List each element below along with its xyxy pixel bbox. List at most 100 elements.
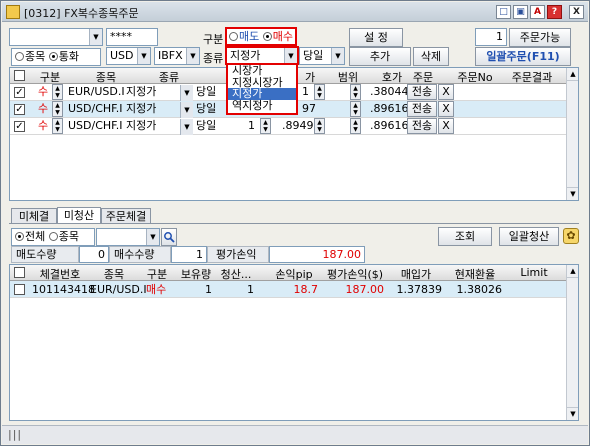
row-side: 수 (38, 102, 49, 115)
table-row[interactable]: ✓ 수 ▲ ▼ USD/CHF.I 지정가 ▼ 당일 1 ▲ ▼ .89497 ▲ ▼… (10, 118, 566, 135)
spin-icon[interactable]: ▲ ▼ (350, 84, 361, 100)
chevron-down-icon[interactable]: ▼ (180, 85, 193, 101)
validity-select[interactable]: 당일 ▼ (299, 47, 345, 65)
row-checkbox[interactable]: ✓ (14, 87, 25, 98)
row-symbol: USD/CHF.I (68, 119, 123, 132)
order-possible-button[interactable]: 주문가능 (509, 28, 571, 47)
type-label: 종류 (203, 52, 224, 65)
row-checkbox[interactable] (14, 284, 25, 295)
table-row[interactable]: 101143418 EUR/USD.I 매수 1 1 18.7 187.00 1… (10, 281, 566, 298)
row-pip: 18.7 (293, 283, 319, 296)
row-quote: .89616 (370, 102, 409, 115)
delete-button[interactable]: 삭제 (413, 47, 449, 66)
layout-icon[interactable]: ▣ (513, 5, 528, 19)
tab-executions[interactable]: 주문체결 (101, 208, 151, 224)
symbol-filter-radio[interactable]: 종목 (48, 230, 79, 243)
dropdown-option-stop[interactable]: 역지정가 (228, 100, 296, 112)
col-header-order: 주문 (412, 71, 434, 84)
radio-icon (229, 32, 238, 41)
currency-select[interactable]: USD ▼ (106, 47, 151, 65)
buy-qty-value: 1 (171, 246, 207, 263)
row-limit (506, 282, 562, 298)
spin-icon[interactable]: ▲ ▼ (350, 101, 361, 117)
password-field[interactable]: **** (106, 28, 158, 46)
all-radio[interactable]: 전체 (15, 230, 45, 243)
restore-icon[interactable]: □ (496, 5, 511, 19)
row-qty: 1 (248, 119, 255, 132)
row-checkbox[interactable]: ✓ (14, 121, 25, 132)
scroll-up-icon[interactable]: ▲ (567, 68, 578, 81)
pnl-label: 평가손익 (207, 246, 269, 263)
symbol-radio[interactable]: 종목 (15, 50, 45, 63)
close-icon[interactable]: X (569, 5, 584, 19)
tab-unfilled[interactable]: 미체결 (11, 208, 57, 224)
spin-icon[interactable]: ▲ ▼ (314, 84, 325, 100)
fx-order-window: [0312] FX복수종목주문 □ ▣ A ? X ▼ **** 구분 매도 매… (0, 0, 590, 446)
dropdown-option-market[interactable]: 시장가 (228, 65, 296, 77)
send-button[interactable]: 전송 (407, 84, 437, 100)
spin-icon[interactable]: ▲ ▼ (260, 118, 271, 134)
row-current: 1.38026 (456, 283, 503, 296)
send-button[interactable]: 전송 (407, 118, 437, 134)
symbol-filter-select[interactable]: ▼ (96, 228, 160, 246)
chevron-down-icon: ▼ (331, 48, 344, 64)
spin-icon[interactable]: ▲ ▼ (52, 118, 63, 134)
order-count-field[interactable]: 1 (475, 28, 507, 46)
send-button[interactable]: 전송 (407, 101, 437, 117)
scroll-down-icon[interactable]: ▼ (567, 187, 578, 200)
select-all-checkbox[interactable] (14, 70, 25, 81)
window-title: [0312] FX복수종목주문 (24, 7, 139, 20)
sell-radio[interactable]: 매도 (229, 30, 259, 43)
batch-order-button[interactable]: 일괄주문(F11) (475, 47, 571, 66)
col-header-exec-no: 체결번호 (39, 268, 81, 281)
row-close: 1 (247, 283, 254, 296)
scroll-up-icon[interactable]: ▲ (567, 265, 578, 278)
side-radio-group: 매도 매수 (225, 27, 297, 46)
col-header-result: 주문결과 (511, 71, 553, 84)
col-header-holding: 보유량 (180, 268, 212, 281)
chevron-down-icon: ▼ (284, 48, 297, 63)
spin-icon[interactable]: ▲ ▼ (52, 84, 63, 100)
buy-radio[interactable]: 매수 (262, 30, 293, 43)
add-button[interactable]: 추가 (349, 47, 411, 66)
row-quote: .89616 (370, 119, 409, 132)
pnl-value: 187.00 (269, 246, 365, 263)
position-grid-header: 체결번호 종목 구분 보유량 청산... 손익pip 평가손익($) 매입가 현… (10, 265, 566, 281)
account-select[interactable]: ▼ (9, 28, 103, 46)
col-header-pip: 손익pip (275, 268, 313, 281)
col-header-close: 청산... (220, 268, 252, 281)
row-price: 97 (302, 102, 316, 115)
search-icon (164, 232, 175, 243)
cancel-row-button[interactable]: X (438, 101, 454, 117)
chevron-down-icon[interactable]: ▼ (180, 102, 193, 118)
batch-close-button[interactable]: 일괄청산 (499, 227, 559, 246)
select-all-checkbox[interactable] (14, 267, 25, 278)
row-side: 수 (38, 119, 49, 132)
broker-select[interactable]: IBFX ▼ (154, 47, 200, 65)
spin-icon[interactable]: ▲ ▼ (350, 118, 361, 134)
radio-selected-icon (48, 52, 58, 61)
setting-button[interactable]: 설 정 (349, 28, 403, 47)
order-grid-scrollbar[interactable]: ▲ ▼ (566, 68, 578, 200)
currency-radio[interactable]: 통화 (48, 50, 79, 63)
search-button[interactable] (161, 228, 177, 246)
sell-qty-value: 0 (79, 246, 109, 263)
font-icon[interactable]: A (530, 5, 545, 19)
cancel-row-button[interactable]: X (438, 84, 454, 100)
dropdown-option-limit[interactable]: 지정가 (228, 88, 296, 100)
spin-icon[interactable]: ▲ ▼ (52, 101, 63, 117)
row-holding: 1 (205, 283, 212, 296)
spin-icon[interactable]: ▲ ▼ (314, 118, 325, 134)
position-grid-scrollbar[interactable]: ▲ ▼ (566, 265, 578, 420)
help-icon[interactable]: ? (547, 5, 562, 19)
gear-icon[interactable]: ✿ (563, 228, 579, 244)
row-checkbox[interactable]: ✓ (14, 104, 25, 115)
chevron-down-icon[interactable]: ▼ (180, 119, 193, 135)
col-header-current: 현재환율 (454, 268, 496, 281)
cancel-row-button[interactable]: X (438, 118, 454, 134)
inquiry-button[interactable]: 조회 (438, 227, 492, 246)
status-bar: ||| (2, 425, 588, 444)
row-type: 지정가 (126, 85, 157, 98)
scroll-down-icon[interactable]: ▼ (567, 407, 578, 420)
tab-open-positions[interactable]: 미청산 (57, 207, 101, 224)
